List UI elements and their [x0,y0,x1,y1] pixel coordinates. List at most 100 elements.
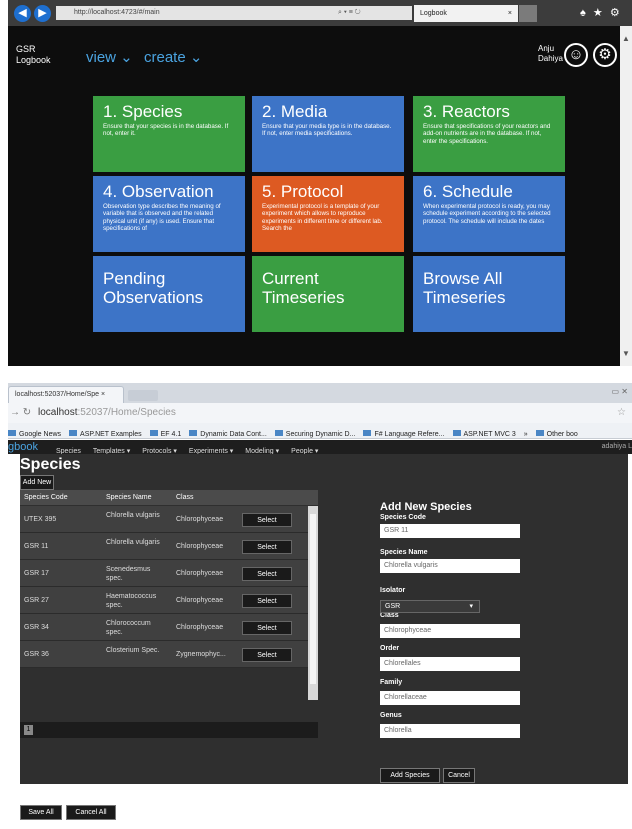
isolator-value: GSR [385,603,401,610]
bookmark-item[interactable]: Securing Dynamic D... [274,427,355,438]
user-name[interactable]: adahiya L [602,440,632,454]
form-title: Add New Species [380,501,472,513]
tile-title: Pending Observations [103,269,204,307]
address-bar[interactable]: localhost:52037/Home/Species [38,406,176,420]
app-brand[interactable]: GSR Logbook [16,44,66,66]
tile-description: Ensure that specifications of your react… [423,123,551,145]
tile-8[interactable]: Current Timeseries [252,256,404,332]
page-scrollbar[interactable]: ▲ ▼ [620,26,632,366]
scroll-down-icon[interactable]: ▼ [622,349,630,358]
settings-gear-icon[interactable]: ⚙ [593,43,617,67]
isolator-select[interactable]: GSR ▾ [380,600,480,613]
select-button[interactable]: Select [242,648,292,662]
bookmark-label: » [523,431,528,438]
bookmark-item[interactable]: » [523,427,528,438]
species-code-cell: GSR 11 [24,543,49,550]
select-button[interactable]: Select [242,621,292,635]
forward-icon[interactable]: ▶ [34,5,51,22]
bookmark-item[interactable]: F# Language Refere... [363,427,445,438]
bookmark-item[interactable]: Google News [8,427,61,438]
select-button[interactable]: Select [242,594,292,608]
species-code-label: Species Code [380,514,426,521]
app-logo[interactable]: gbook [8,440,38,454]
tab-title: Logbook [420,10,447,17]
bookmark-icon [452,430,461,436]
tile-4[interactable]: 4. Observation Observation type describes… [93,176,245,252]
tile-7[interactable]: Pending Observations [93,256,245,332]
browser-tab[interactable]: Logbook × [414,5,518,22]
nav-create-menu[interactable]: create ⌄ [144,48,202,66]
tile-9[interactable]: Browse All Timeseries [413,256,565,332]
reload-icon[interactable]: → ↻ [10,406,31,420]
select-button[interactable]: Select [242,513,292,527]
bookmark-icon [8,430,16,436]
select-button[interactable]: Select [242,540,292,554]
species-code-cell: GSR 17 [24,570,49,577]
tile-description: When experimental protocol is ready, you… [423,203,551,225]
user-profile-icon[interactable]: ☺ [564,43,588,67]
browser-toolbar: ◀ ▶ http://localhost:4723/#/main ⌕ ▾ ≡ ↻… [8,0,632,26]
address-controls-icon[interactable]: ⌕ ▾ ≡ ↻ [338,6,361,20]
url-path: :52037/Home/Species [77,407,176,418]
family-input[interactable]: Chlorellaceae [380,691,520,705]
app-navbar: gbook Species Templates ▾ Protocols ▾ Exper… [8,440,632,455]
tile-title: Browse All Timeseries [423,269,506,307]
tab-close-icon[interactable]: × [508,5,512,22]
tile-5[interactable]: 5. Protocol Experimental protocol is a te… [252,176,404,252]
tile-description: Experimental protocol is a template of y… [262,203,383,233]
order-input[interactable]: Chlorellales [380,657,520,671]
bookmark-icon [189,430,198,436]
species-name-label: Species Name [380,549,428,556]
bookmark-item[interactable]: Dynamic Data Cont... [189,427,267,438]
new-tab-button[interactable] [128,390,158,401]
species-name-cell: Closterium Spec. [106,647,160,654]
scroll-up-icon[interactable]: ▲ [622,34,630,43]
tile-1[interactable]: 1. Species Ensure that your species is in… [93,96,245,172]
tile-description: Ensure that your media type is in the da… [262,123,392,138]
save-all-button[interactable]: Save All [20,805,62,820]
bookmark-icon [274,430,283,436]
page-number[interactable]: 1 [24,725,33,735]
species-code-cell: GSR 27 [24,597,49,604]
class-input[interactable]: Chlorophyceae [380,624,520,638]
browser-tools-icons[interactable]: ♠ ★ ⚙ [580,5,622,21]
species-name-input[interactable]: Chlorella vulgaris [380,559,520,573]
tile-title: 2. Media [262,102,328,121]
new-tab-button[interactable] [519,5,537,22]
bookmark-item[interactable]: ASP.NET Examples [69,427,142,438]
cancel-all-button[interactable]: Cancel All [66,805,116,820]
tile-title: 5. Protocol [262,182,344,201]
bookmark-item[interactable]: Other boo [535,427,578,438]
species-code-cell: GSR 36 [24,651,49,658]
nav-view-menu[interactable]: view ⌄ [86,48,133,66]
window-controls-icon[interactable]: ▭ ✕ [612,387,628,396]
order-label: Order [380,645,400,652]
bookmark-icon [69,430,78,436]
class-cell: Chlorophyceae [176,570,224,577]
species-name-cell: Haematococcus spec. [106,593,157,609]
tile-6[interactable]: 6. Schedule When experimental protocol is… [413,176,565,252]
genus-label: Genus [380,712,402,719]
add-new-button[interactable]: Add New [20,475,54,490]
species-code-input[interactable]: GSR 11 [380,524,520,538]
scrollbar-thumb[interactable] [310,514,316,684]
tile-title: 6. Schedule [423,182,513,201]
back-icon[interactable]: ◀ [14,5,31,22]
species-name-cell: Chlorella vulgaris [106,512,160,519]
table-scrollbar[interactable] [308,506,318,700]
select-button[interactable]: Select [242,567,292,581]
bookmark-item[interactable]: EF 4.1 [149,427,181,438]
bookmark-star-icon[interactable]: ☆ [617,406,626,420]
cancel-button[interactable]: Cancel [443,768,475,783]
add-species-button[interactable]: Add Species [380,768,440,783]
bookmark-icon [535,430,544,436]
table-header: Species Code Species Name Class [20,490,318,505]
browser-tab[interactable]: localhost:52037/Home/Spe × [8,386,124,403]
tile-2[interactable]: 2. Media Ensure that your media type is i… [252,96,404,172]
genus-input[interactable]: Chlorella [380,724,520,738]
tile-title: 3. Reactors [423,102,510,121]
tile-3[interactable]: 3. Reactors Ensure that specifications of… [413,96,565,172]
bookmark-item[interactable]: ASP.NET MVC 3 [452,427,516,438]
logbook-dashboard-screenshot: ◀ ▶ http://localhost:4723/#/main ⌕ ▾ ≡ ↻… [8,0,632,366]
species-page-screenshot: localhost:52037/Home/Spe × ▭ ✕ → ↻ local… [8,383,632,829]
